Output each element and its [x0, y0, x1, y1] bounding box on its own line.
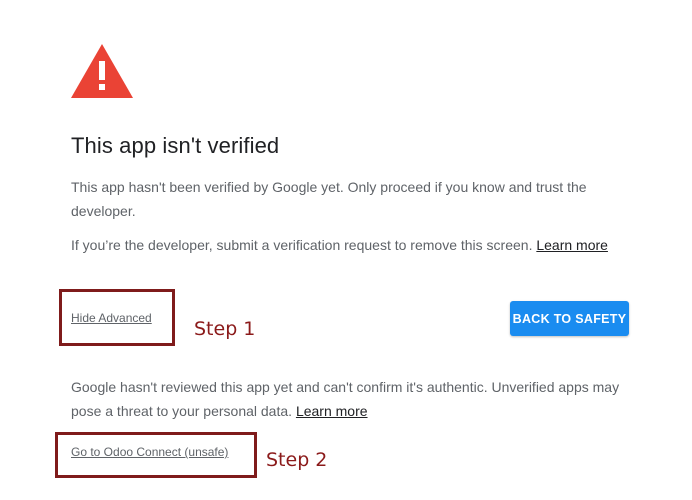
step2-label: Step 2	[266, 449, 328, 471]
developer-note: If you’re the developer, submit a verifi…	[71, 233, 631, 257]
step1-label: Step 1	[194, 318, 256, 340]
hide-advanced-link[interactable]: Hide Advanced	[71, 311, 152, 325]
unverified-description: This app hasn't been verified by Google …	[71, 179, 587, 219]
advanced-note: Google hasn't reviewed this app yet and …	[71, 375, 631, 423]
go-to-unsafe-app-link[interactable]: Go to Odoo Connect (unsafe)	[71, 445, 228, 459]
advanced-learn-more-link[interactable]: Learn more	[296, 403, 368, 419]
developer-note-text: If you’re the developer, submit a verifi…	[71, 237, 533, 253]
back-to-safety-button[interactable]: BACK TO SAFETY	[510, 301, 629, 336]
learn-more-link[interactable]: Learn more	[536, 237, 608, 253]
page-title: This app isn't verified	[71, 133, 280, 158]
warning-triangle-icon	[71, 44, 133, 98]
